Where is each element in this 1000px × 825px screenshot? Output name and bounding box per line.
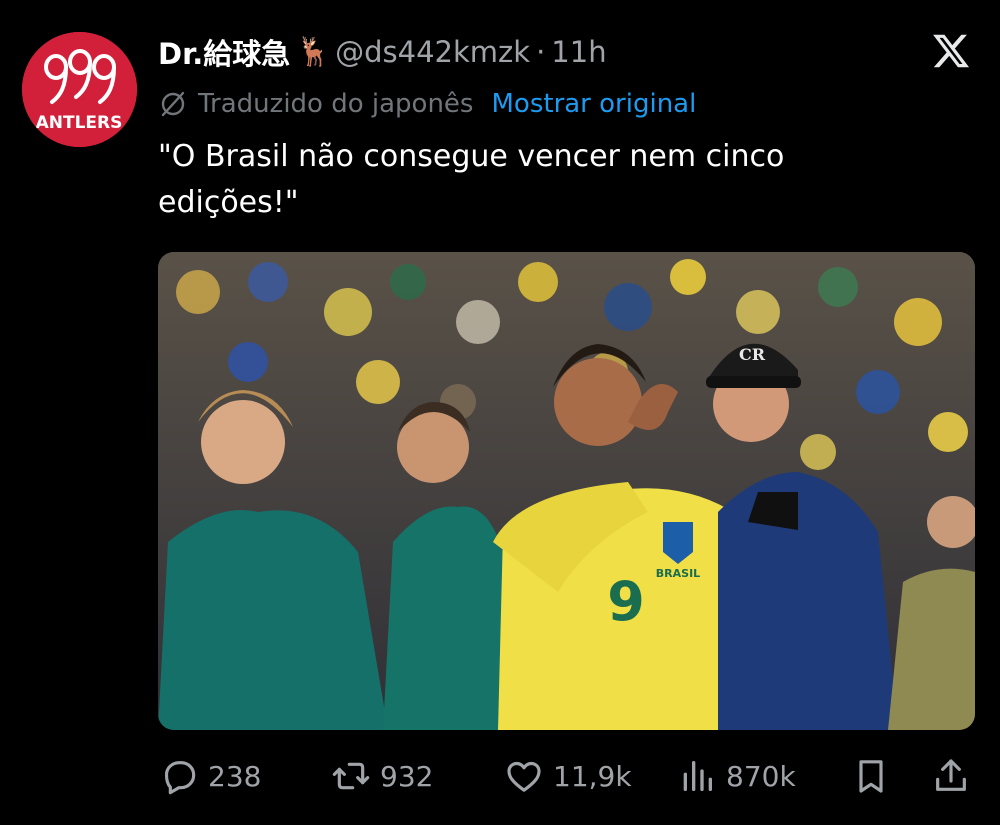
reply-count: 238 bbox=[208, 759, 262, 793]
show-original-link[interactable]: Mostrar original bbox=[491, 89, 696, 119]
globe-slash-icon bbox=[158, 89, 188, 119]
media-image: 9 BRASIL CR bbox=[158, 252, 975, 730]
share-icon bbox=[930, 755, 972, 797]
repost-icon bbox=[330, 755, 372, 797]
action-bar: 238 932 11,9k 870k bbox=[158, 748, 978, 804]
separator-dot: · bbox=[536, 35, 546, 69]
deer-emoji-icon: 🦌 bbox=[296, 35, 332, 68]
post-media[interactable]: 9 BRASIL CR bbox=[158, 252, 975, 730]
avatar-logo-word: ANTLERS bbox=[36, 113, 123, 133]
jersey-number: 9 bbox=[607, 570, 645, 633]
cap-logo: CR bbox=[739, 345, 766, 364]
views-button[interactable]: 870k bbox=[676, 748, 796, 804]
bookmark-button[interactable] bbox=[850, 748, 892, 804]
repost-button[interactable]: 932 bbox=[330, 748, 433, 804]
views-count: 870k bbox=[726, 759, 796, 793]
repost-count: 932 bbox=[380, 759, 434, 793]
bookmark-icon bbox=[850, 755, 892, 797]
post-text: "O Brasil não consegue vencer nem cinco … bbox=[158, 139, 785, 220]
heart-icon bbox=[503, 755, 545, 797]
avatar[interactable]: ANTLERS bbox=[22, 32, 137, 147]
views-chart-icon bbox=[676, 755, 718, 797]
translation-row: Traduzido do japonês Mostrar original bbox=[158, 84, 696, 124]
reply-icon bbox=[158, 755, 200, 797]
jersey-text: BRASIL bbox=[656, 567, 700, 580]
post-time[interactable]: 11h bbox=[551, 35, 606, 69]
like-count: 11,9k bbox=[553, 759, 632, 793]
author-name[interactable]: Dr.給球急 bbox=[158, 31, 290, 73]
post-header: Dr.給球急 🦌 @ds442kmzk · 11h bbox=[158, 30, 607, 74]
reply-button[interactable]: 238 bbox=[158, 748, 261, 804]
share-button[interactable] bbox=[930, 748, 972, 804]
like-button[interactable]: 11,9k bbox=[503, 748, 632, 804]
author-handle[interactable]: @ds442kmzk bbox=[335, 35, 530, 69]
x-logo-icon[interactable] bbox=[928, 28, 974, 74]
translated-label: Traduzido do japonês bbox=[198, 89, 474, 119]
antlers-logo-icon: ANTLERS bbox=[22, 32, 137, 147]
post: ANTLERS Dr.給球急 🦌 @ds442kmzk · 11h Traduz… bbox=[0, 0, 1000, 825]
